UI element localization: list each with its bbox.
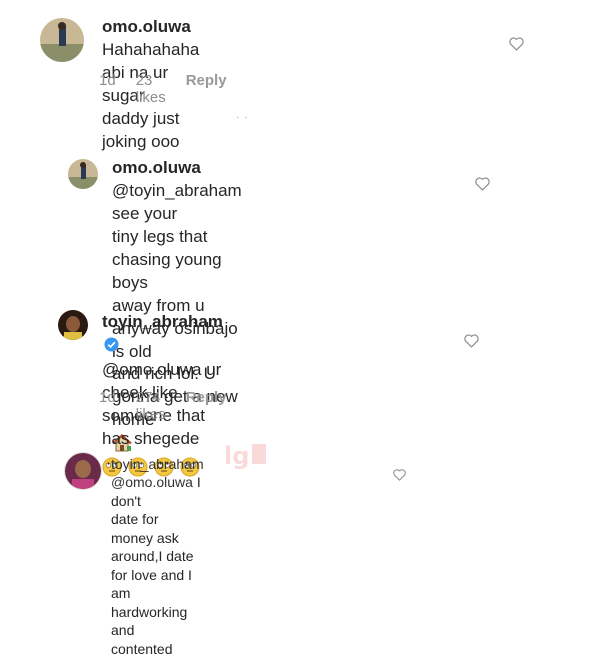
svg-text:lg: lg [224,442,249,470]
heart-icon[interactable] [508,36,525,56]
username[interactable]: omo.oluwa [102,17,191,36]
mention-link[interactable]: @omo.oluwa [111,474,193,490]
mention-link[interactable]: @omo.oluwa [102,360,201,379]
likes-count[interactable]: 274 likes [136,389,166,423]
heart-icon[interactable] [474,176,491,196]
comment-meta: 1d 274 likes Reply [99,389,227,423]
username[interactable]: omo.oluwa [112,158,201,177]
heart-icon[interactable] [463,333,480,353]
heart-icon[interactable] [392,468,407,486]
comment-body-line: ur [206,359,222,379]
avatar[interactable] [58,310,88,340]
likes-count[interactable]: 23 likes [136,72,166,106]
verified-badge-icon [104,336,119,359]
comment-body-line: see your [112,203,178,223]
avatar[interactable] [64,452,102,490]
avatar[interactable] [68,159,98,189]
reply-button[interactable]: Reply [186,72,227,106]
comment-body-line: daddy just joking ooo [102,108,180,151]
avatar[interactable] [40,18,84,62]
username[interactable]: toyin_abraham [111,456,204,472]
comment-meta: 1d 23 likes Reply [99,72,227,106]
watermark-logo: lg [224,440,268,477]
username[interactable]: toyin_abraham [102,312,223,331]
mention-link[interactable]: @toyin_abraham [112,181,242,200]
comment-body-line: date for money ask around,I date [111,511,194,565]
comment-body-line: contented [111,640,173,657]
reply-button[interactable]: Reply [186,389,227,423]
comment-body-line: tiny legs that chasing young boys [112,226,222,292]
timestamp: 1d [99,389,116,406]
comment-text: toyin_abraham @omo.oluwa I don't date fo… [111,455,204,658]
separator-dots: · · [236,112,249,123]
timestamp: 1d [99,72,116,89]
comment-body-line: for love and I am hardworking and [111,566,192,639]
